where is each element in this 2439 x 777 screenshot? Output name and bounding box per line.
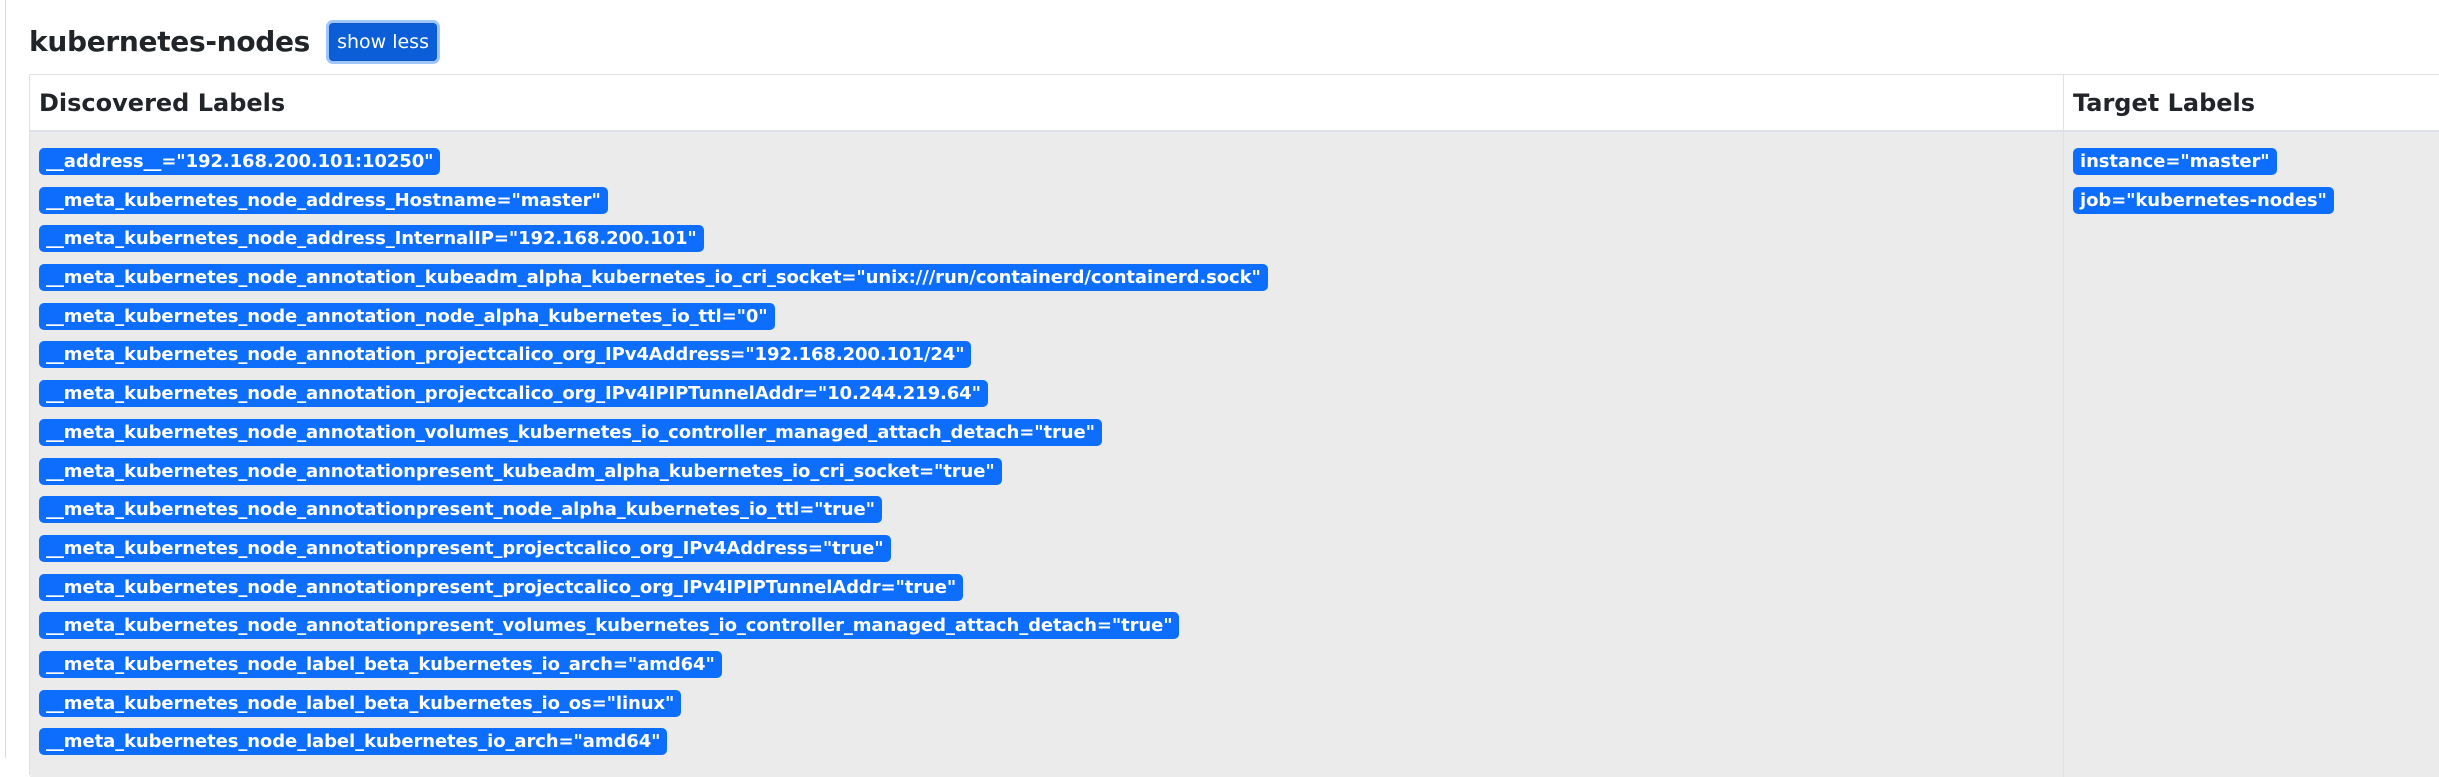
label-badge: __address__="192.168.200.101:10250"	[39, 148, 441, 175]
table-header-row: Discovered Labels Target Labels	[30, 75, 2439, 132]
discovered-labels-cell: __address__="192.168.200.101:10250" __me…	[30, 132, 2064, 777]
label-badge: __meta_kubernetes_node_label_beta_kubern…	[39, 650, 722, 678]
label-badge: __meta_kubernetes_node_annotationpresent…	[39, 612, 1180, 640]
label-badge: __meta_kubernetes_node_label_beta_kubern…	[39, 689, 682, 717]
discovered-labels-header: Discovered Labels	[30, 75, 2064, 130]
label-badge: __meta_kubernetes_node_annotation_volume…	[39, 418, 1102, 446]
table-body-row: __address__="192.168.200.101:10250" __me…	[30, 132, 2439, 777]
scrape-pool-title: kubernetes-nodes	[29, 25, 311, 58]
label-badge: __meta_kubernetes_node_annotationpresent…	[39, 496, 882, 524]
label-badge: __meta_kubernetes_node_address_Hostname=…	[39, 186, 608, 214]
scrape-pool-header: kubernetes-nodes show less	[29, 18, 440, 66]
label-badge: __meta_kubernetes_node_annotation_projec…	[39, 380, 988, 408]
page-left-border	[5, 0, 6, 758]
show-less-button[interactable]: show less	[326, 20, 440, 64]
labels-table: Discovered Labels Target Labels __addres…	[29, 74, 2439, 777]
label-badge: __meta_kubernetes_node_label_kubernetes_…	[39, 728, 668, 756]
target-labels-header: Target Labels	[2073, 88, 2256, 117]
label-badge: __meta_kubernetes_node_address_InternalI…	[39, 225, 704, 253]
label-badge: instance="master"	[2073, 148, 2277, 175]
label-badge: __meta_kubernetes_node_annotationpresent…	[39, 573, 964, 601]
label-badge: __meta_kubernetes_node_annotation_kubead…	[39, 264, 1268, 292]
label-badge: __meta_kubernetes_node_annotationpresent…	[39, 534, 891, 562]
label-badge: __meta_kubernetes_node_annotation_projec…	[39, 341, 972, 369]
target-labels-cell: instance="master" job="kubernetes-nodes"	[2064, 132, 2439, 777]
label-badge: __meta_kubernetes_node_annotationpresent…	[39, 457, 1002, 485]
label-badge: job="kubernetes-nodes"	[2073, 186, 2334, 214]
label-badge: __meta_kubernetes_node_annotation_node_a…	[39, 302, 775, 330]
